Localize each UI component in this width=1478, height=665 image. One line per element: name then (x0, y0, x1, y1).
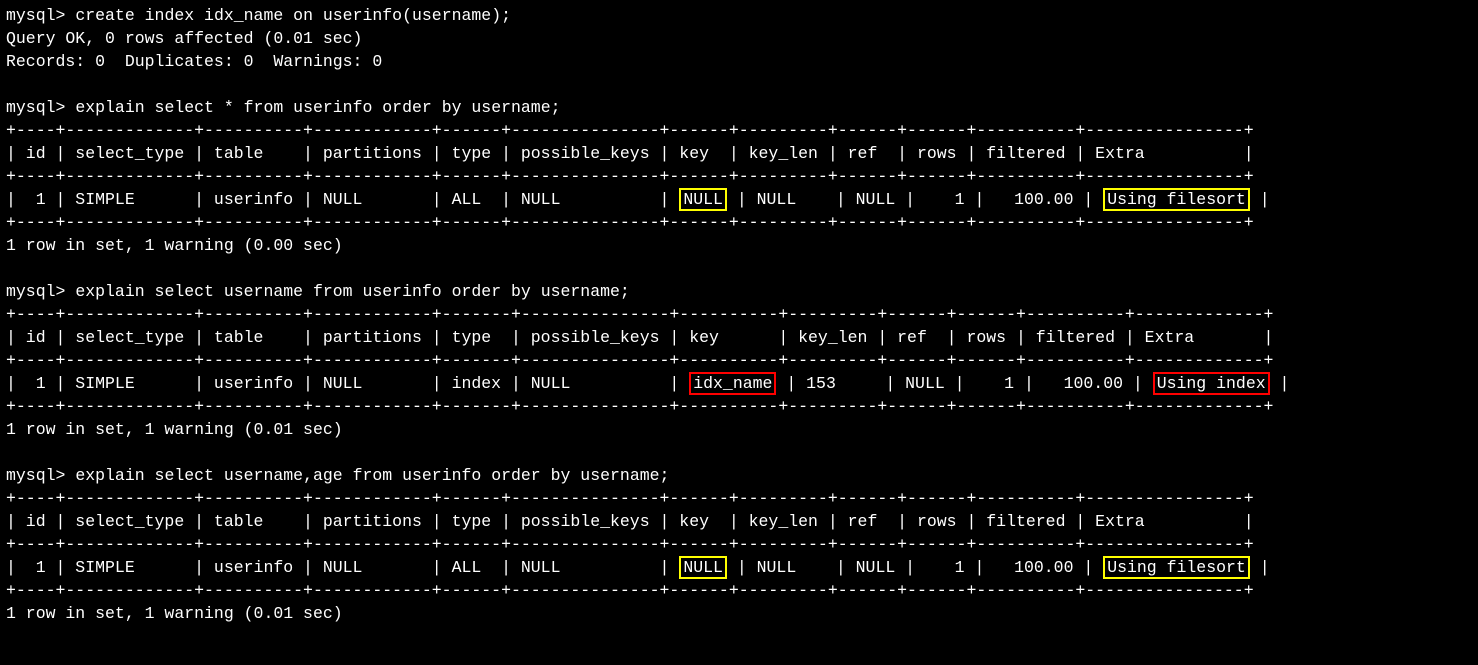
sql-explain-3: explain select username,age from userinf… (75, 466, 669, 485)
mysql-terminal[interactable]: mysql> create index idx_name on userinfo… (0, 0, 1478, 629)
sql-explain-2: explain select username from userinfo or… (75, 282, 630, 301)
prompt: mysql> (6, 466, 65, 485)
create-result-ok: Query OK, 0 rows affected (0.01 sec) (6, 29, 362, 48)
q2-border-mid: +----+-------------+----------+---------… (6, 351, 1273, 370)
q2-row-mid: | 153 | NULL | 1 | 100.00 | (776, 374, 1152, 393)
q3-border-top: +----+-------------+----------+---------… (6, 489, 1254, 508)
prompt: mysql> (6, 282, 65, 301)
q2-row-left: | 1 | SIMPLE | userinfo | NULL | index |… (6, 374, 689, 393)
q3-row-right: | (1250, 558, 1270, 577)
q1-extra-highlight: Using filesort (1103, 188, 1250, 211)
q1-header: | id | select_type | table | partitions … (6, 144, 1254, 163)
q3-border-bot: +----+-------------+----------+---------… (6, 581, 1254, 600)
q1-border-top: +----+-------------+----------+---------… (6, 121, 1254, 140)
q1-border-bot: +----+-------------+----------+---------… (6, 213, 1254, 232)
q2-extra-highlight: Using index (1153, 372, 1270, 395)
q3-header: | id | select_type | table | partitions … (6, 512, 1254, 531)
q2-header: | id | select_type | table | partitions … (6, 328, 1273, 347)
q2-border-bot: +----+-------------+----------+---------… (6, 397, 1273, 416)
q3-key-highlight: NULL (679, 556, 727, 579)
q3-timing: 1 row in set, 1 warning (0.01 sec) (6, 604, 343, 623)
q2-timing: 1 row in set, 1 warning (0.01 sec) (6, 420, 343, 439)
prompt: mysql> (6, 6, 65, 25)
q3-extra-highlight: Using filesort (1103, 556, 1250, 579)
q3-row-mid: | NULL | NULL | 1 | 100.00 | (727, 558, 1103, 577)
q1-border-mid: +----+-------------+----------+---------… (6, 167, 1254, 186)
q2-row-right: | (1270, 374, 1290, 393)
q1-row-right: | (1250, 190, 1270, 209)
q1-key-highlight: NULL (679, 188, 727, 211)
sql-create-index: create index idx_name on userinfo(userna… (75, 6, 511, 25)
q3-border-mid: +----+-------------+----------+---------… (6, 535, 1254, 554)
q3-row-left: | 1 | SIMPLE | userinfo | NULL | ALL | N… (6, 558, 679, 577)
sql-explain-1: explain select * from userinfo order by … (75, 98, 560, 117)
q1-row-left: | 1 | SIMPLE | userinfo | NULL | ALL | N… (6, 190, 679, 209)
q2-key-highlight: idx_name (689, 372, 776, 395)
q1-row-mid: | NULL | NULL | 1 | 100.00 | (727, 190, 1103, 209)
q1-timing: 1 row in set, 1 warning (0.00 sec) (6, 236, 343, 255)
q2-border-top: +----+-------------+----------+---------… (6, 305, 1273, 324)
create-result-records: Records: 0 Duplicates: 0 Warnings: 0 (6, 52, 382, 71)
prompt: mysql> (6, 98, 65, 117)
